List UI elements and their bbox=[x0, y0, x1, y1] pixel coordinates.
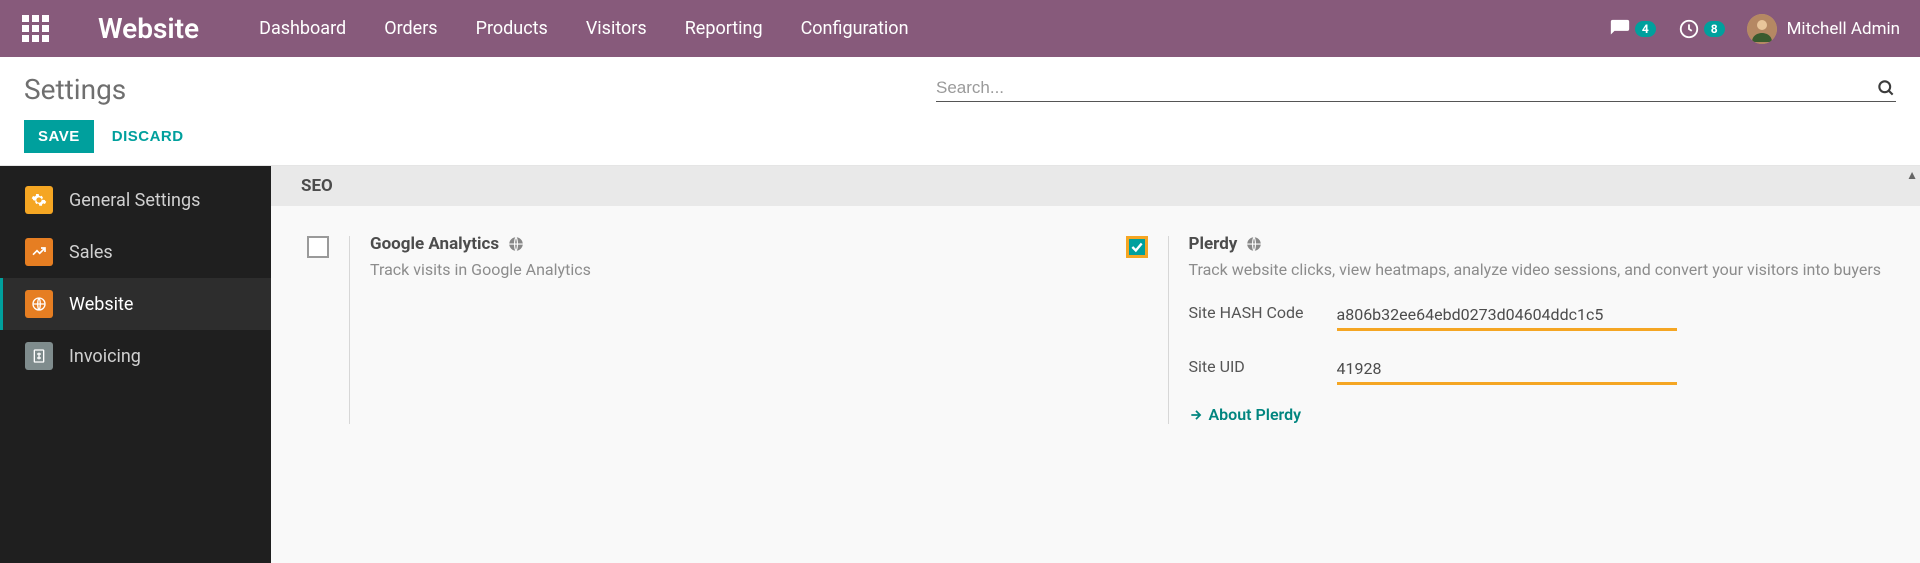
sidebar-item-website[interactable]: Website bbox=[0, 278, 271, 330]
nav-reporting[interactable]: Reporting bbox=[685, 18, 763, 39]
username: Mitchell Admin bbox=[1787, 19, 1900, 39]
search-wrap bbox=[936, 78, 1896, 102]
avatar bbox=[1747, 14, 1777, 44]
control-panel: Settings SAVE DISCARD bbox=[0, 57, 1920, 166]
scroll-up-arrow[interactable]: ▲ bbox=[1906, 168, 1918, 182]
search-icon[interactable] bbox=[1876, 78, 1896, 98]
nav-configuration[interactable]: Configuration bbox=[801, 18, 909, 39]
topbar: Website Dashboard Orders Products Visito… bbox=[0, 0, 1920, 57]
chart-line-icon bbox=[25, 238, 53, 266]
plerdy-desc: Track website clicks, view heatmaps, ana… bbox=[1189, 258, 1885, 281]
ga-title: Google Analytics bbox=[370, 234, 499, 254]
plerdy-checkbox[interactable] bbox=[1126, 236, 1148, 258]
divider bbox=[349, 236, 350, 424]
search-input[interactable] bbox=[936, 78, 1868, 98]
messages-badge: 4 bbox=[1635, 21, 1656, 37]
nav-visitors[interactable]: Visitors bbox=[586, 18, 647, 39]
plerdy-hash-input[interactable] bbox=[1337, 303, 1677, 331]
user-menu[interactable]: Mitchell Admin bbox=[1747, 14, 1900, 44]
setting-plerdy: Plerdy Track website clicks, view heatma… bbox=[1126, 234, 1885, 424]
sidebar-item-general-settings[interactable]: General Settings bbox=[0, 174, 271, 226]
globe-icon bbox=[25, 290, 53, 318]
nav-orders[interactable]: Orders bbox=[384, 18, 437, 39]
divider bbox=[1168, 236, 1169, 424]
setting-google-analytics: Google Analytics Track visits in Google … bbox=[307, 234, 1066, 424]
globe-icon bbox=[1245, 235, 1263, 253]
clock-icon bbox=[1678, 18, 1700, 40]
chat-icon bbox=[1609, 18, 1631, 40]
plerdy-uid-input[interactable] bbox=[1337, 357, 1677, 385]
discard-button[interactable]: DISCARD bbox=[112, 128, 184, 145]
plerdy-uid-label: Site UID bbox=[1189, 357, 1319, 378]
sidebar-item-sales[interactable]: Sales bbox=[0, 226, 271, 278]
settings-content: ▲ SEO Google Analytics Track visits in G… bbox=[271, 166, 1920, 563]
settings-sidebar: General Settings Sales Website Invoicing bbox=[0, 166, 271, 563]
apps-icon[interactable] bbox=[22, 15, 50, 42]
top-nav: Dashboard Orders Products Visitors Repor… bbox=[259, 18, 908, 39]
activities-button[interactable]: 8 bbox=[1678, 18, 1725, 40]
about-plerdy-link[interactable]: About Plerdy bbox=[1189, 405, 1885, 424]
save-button[interactable]: SAVE bbox=[24, 120, 94, 153]
arrow-right-icon bbox=[1189, 408, 1203, 422]
plerdy-hash-label: Site HASH Code bbox=[1189, 303, 1319, 324]
ga-desc: Track visits in Google Analytics bbox=[370, 258, 1066, 281]
sidebar-item-label: General Settings bbox=[69, 190, 200, 211]
globe-icon bbox=[507, 235, 525, 253]
nav-dashboard[interactable]: Dashboard bbox=[259, 18, 346, 39]
invoice-icon bbox=[25, 342, 53, 370]
sidebar-item-label: Sales bbox=[69, 242, 113, 263]
page-title: Settings bbox=[24, 73, 126, 106]
sidebar-item-label: Invoicing bbox=[69, 346, 141, 367]
ga-checkbox[interactable] bbox=[307, 236, 329, 258]
activities-badge: 8 bbox=[1704, 21, 1725, 37]
app-brand[interactable]: Website bbox=[98, 12, 199, 45]
sidebar-item-label: Website bbox=[69, 294, 133, 315]
sidebar-item-invoicing[interactable]: Invoicing bbox=[0, 330, 271, 382]
section-header-seo: SEO bbox=[271, 166, 1920, 206]
gear-icon bbox=[25, 186, 53, 214]
messages-button[interactable]: 4 bbox=[1609, 18, 1656, 40]
plerdy-title: Plerdy bbox=[1189, 234, 1238, 254]
about-plerdy-label: About Plerdy bbox=[1209, 405, 1302, 424]
nav-products[interactable]: Products bbox=[476, 18, 548, 39]
